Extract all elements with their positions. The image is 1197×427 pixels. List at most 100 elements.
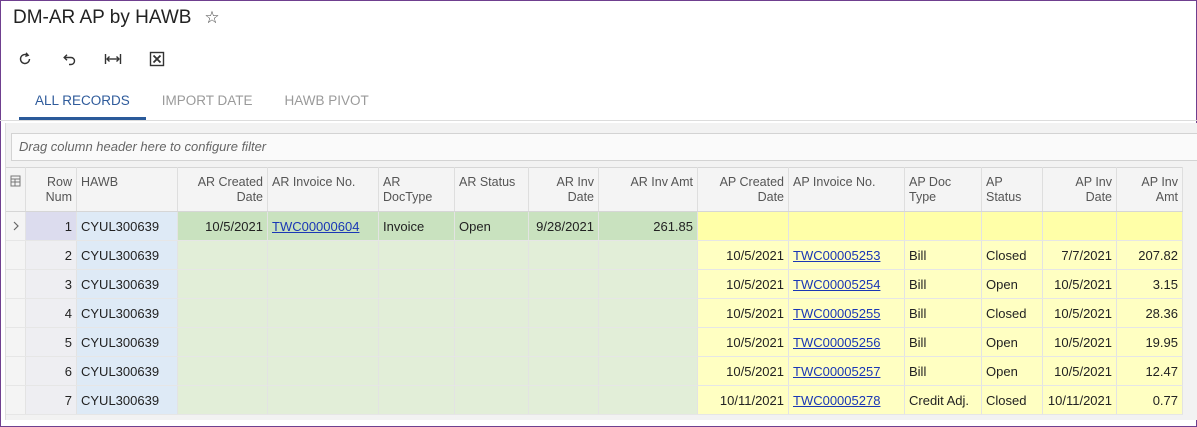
- ap-invoice-link[interactable]: TWC00005255: [793, 306, 880, 321]
- cell-ar-doctype[interactable]: [378, 298, 455, 328]
- ap-invoice-link[interactable]: TWC00005254: [793, 277, 880, 292]
- cell-row-num[interactable]: 1: [25, 211, 77, 241]
- cell-ap-status[interactable]: Open: [981, 356, 1043, 386]
- cell-ar-created-date[interactable]: [177, 240, 268, 270]
- cell-ap-inv-amt[interactable]: 19.95: [1116, 327, 1183, 357]
- cell-ar-inv-amt[interactable]: [598, 327, 698, 357]
- cell-ar-invoice-no[interactable]: TWC00000604: [267, 211, 379, 241]
- cell-ap-created-date[interactable]: 10/5/2021: [697, 240, 789, 270]
- col-header-ar-status[interactable]: AR Status: [454, 167, 529, 212]
- table-row[interactable]: 2 CYUL300639 10/5/2021 TWC00005253 Bill …: [6, 240, 1183, 270]
- cell-hawb[interactable]: CYUL300639: [76, 269, 178, 299]
- cell-ar-inv-amt[interactable]: [598, 385, 698, 415]
- column-config-button[interactable]: [6, 167, 26, 212]
- cell-ar-status[interactable]: [454, 327, 529, 357]
- cell-ap-status[interactable]: Closed: [981, 298, 1043, 328]
- table-row[interactable]: 5 CYUL300639 10/5/2021 TWC00005256 Bill …: [6, 327, 1183, 357]
- table-row[interactable]: 1 CYUL300639 10/5/2021 TWC00000604 Invoi…: [6, 211, 1183, 241]
- col-header-ap-inv-amt[interactable]: AP Inv Amt: [1116, 167, 1183, 212]
- row-selector[interactable]: [6, 211, 26, 241]
- cell-row-num[interactable]: 6: [25, 356, 77, 386]
- ap-invoice-link[interactable]: TWC00005257: [793, 364, 880, 379]
- cell-ap-inv-date[interactable]: 10/5/2021: [1042, 269, 1117, 299]
- cell-ap-inv-amt[interactable]: 28.36: [1116, 298, 1183, 328]
- ar-invoice-link[interactable]: TWC00000604: [272, 219, 359, 234]
- col-header-hawb[interactable]: HAWB: [76, 167, 178, 212]
- cell-ar-inv-amt[interactable]: [598, 356, 698, 386]
- cell-ap-doc-type[interactable]: Bill: [904, 269, 982, 299]
- cell-ap-inv-date[interactable]: 7/7/2021: [1042, 240, 1117, 270]
- cell-hawb[interactable]: CYUL300639: [76, 211, 178, 241]
- col-header-row-num[interactable]: Row Num: [25, 167, 77, 212]
- ap-invoice-link[interactable]: TWC00005256: [793, 335, 880, 350]
- col-header-ar-doctype[interactable]: AR DocType: [378, 167, 455, 212]
- cell-row-num[interactable]: 2: [25, 240, 77, 270]
- col-header-ap-created-date[interactable]: AP Created Date: [697, 167, 789, 212]
- cell-ar-created-date[interactable]: [177, 356, 268, 386]
- cell-ar-created-date[interactable]: [177, 385, 268, 415]
- cell-ar-doctype[interactable]: [378, 385, 455, 415]
- cell-ap-invoice-no[interactable]: [788, 211, 905, 241]
- cell-ar-inv-amt[interactable]: [598, 269, 698, 299]
- cell-ap-doc-type[interactable]: Bill: [904, 327, 982, 357]
- cell-ar-status[interactable]: [454, 240, 529, 270]
- cell-hawb[interactable]: CYUL300639: [76, 385, 178, 415]
- cell-ar-inv-date[interactable]: [528, 327, 599, 357]
- cell-ar-inv-date[interactable]: [528, 385, 599, 415]
- ap-invoice-link[interactable]: TWC00005253: [793, 248, 880, 263]
- row-selector[interactable]: [6, 327, 26, 357]
- refresh-button[interactable]: [14, 48, 36, 70]
- filter-drop-zone[interactable]: Drag column header here to configure fil…: [11, 133, 1197, 161]
- cell-hawb[interactable]: CYUL300639: [76, 298, 178, 328]
- cell-hawb[interactable]: CYUL300639: [76, 240, 178, 270]
- cell-ar-created-date[interactable]: [177, 327, 268, 357]
- cell-ar-inv-date[interactable]: 9/28/2021: [528, 211, 599, 241]
- cell-ap-status[interactable]: Open: [981, 269, 1043, 299]
- undo-button[interactable]: [58, 48, 80, 70]
- tab-hawb-pivot[interactable]: HAWB PIVOT: [269, 86, 385, 120]
- col-header-ap-inv-date[interactable]: AP Inv Date: [1042, 167, 1117, 212]
- cell-ar-doctype[interactable]: [378, 356, 455, 386]
- col-header-ar-inv-amt[interactable]: AR Inv Amt: [598, 167, 698, 212]
- export-excel-button[interactable]: [146, 48, 168, 70]
- cell-ap-invoice-no[interactable]: TWC00005256: [788, 327, 905, 357]
- cell-ap-doc-type[interactable]: [904, 211, 982, 241]
- cell-ap-created-date[interactable]: 10/5/2021: [697, 327, 789, 357]
- cell-ap-doc-type[interactable]: Credit Adj.: [904, 385, 982, 415]
- cell-ar-invoice-no[interactable]: [267, 356, 379, 386]
- cell-ar-invoice-no[interactable]: [267, 298, 379, 328]
- col-header-ar-created-date[interactable]: AR Created Date: [177, 167, 268, 212]
- cell-ar-status[interactable]: [454, 298, 529, 328]
- cell-ap-inv-date[interactable]: 10/5/2021: [1042, 356, 1117, 386]
- cell-ap-inv-date[interactable]: [1042, 211, 1117, 241]
- cell-ap-inv-amt[interactable]: 0.77: [1116, 385, 1183, 415]
- row-selector[interactable]: [6, 269, 26, 299]
- cell-ar-inv-date[interactable]: [528, 269, 599, 299]
- cell-ar-created-date[interactable]: 10/5/2021: [177, 211, 268, 241]
- cell-row-num[interactable]: 5: [25, 327, 77, 357]
- cell-ap-inv-date[interactable]: 10/5/2021: [1042, 298, 1117, 328]
- cell-ap-inv-date[interactable]: 10/11/2021: [1042, 385, 1117, 415]
- cell-ap-created-date[interactable]: 10/5/2021: [697, 356, 789, 386]
- cell-ap-invoice-no[interactable]: TWC00005254: [788, 269, 905, 299]
- cell-ar-invoice-no[interactable]: [267, 240, 379, 270]
- cell-ar-status[interactable]: [454, 385, 529, 415]
- cell-ar-invoice-no[interactable]: [267, 269, 379, 299]
- row-selector[interactable]: [6, 385, 26, 415]
- cell-ar-doctype[interactable]: Invoice: [378, 211, 455, 241]
- fit-columns-button[interactable]: [102, 48, 124, 70]
- cell-ar-inv-date[interactable]: [528, 240, 599, 270]
- cell-ap-status[interactable]: Closed: [981, 240, 1043, 270]
- star-icon[interactable]: ☆: [204, 8, 219, 28]
- table-row[interactable]: 4 CYUL300639 10/5/2021 TWC00005255 Bill …: [6, 298, 1183, 328]
- cell-ap-inv-amt[interactable]: 3.15: [1116, 269, 1183, 299]
- col-header-ap-doc-type[interactable]: AP Doc Type: [904, 167, 982, 212]
- cell-ar-status[interactable]: [454, 356, 529, 386]
- tab-all-records[interactable]: ALL RECORDS: [19, 86, 146, 120]
- col-header-ap-status[interactable]: AP Status: [981, 167, 1043, 212]
- table-row[interactable]: 3 CYUL300639 10/5/2021 TWC00005254 Bill …: [6, 269, 1183, 299]
- cell-ap-doc-type[interactable]: Bill: [904, 356, 982, 386]
- cell-ap-invoice-no[interactable]: TWC00005257: [788, 356, 905, 386]
- cell-ap-status[interactable]: Open: [981, 327, 1043, 357]
- cell-ap-created-date[interactable]: [697, 211, 789, 241]
